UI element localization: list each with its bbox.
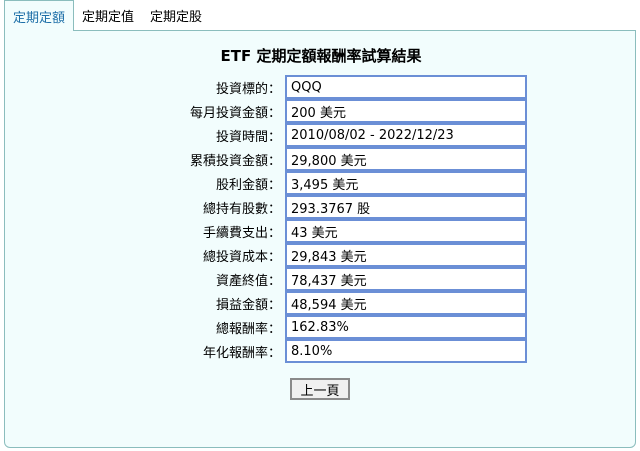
result-value: QQQ: [285, 75, 527, 99]
result-value: 293.3767 股: [285, 195, 527, 219]
result-label: 年化報酬率：: [202, 345, 281, 361]
result-row-final-value: 資產終值： 78,437 美元: [5, 267, 637, 291]
result-value: 200 美元: [285, 99, 527, 123]
result-value: 29,843 美元: [285, 243, 527, 267]
tab-fixed-amount[interactable]: 定期定額: [4, 0, 75, 31]
result-row-fees: 手續費支出： 43 美元: [5, 219, 637, 243]
page-title: ETF 定期定額報酬率試算結果: [220, 47, 422, 65]
result-value: 48,594 美元: [285, 291, 527, 315]
back-button[interactable]: 上一頁: [290, 378, 350, 400]
result-label: 總報酬率：: [215, 321, 281, 337]
result-row-dividends: 股利金額： 3,495 美元: [5, 171, 637, 195]
result-value: 78,437 美元: [285, 267, 527, 291]
result-row-total-shares: 總持有股數： 293.3767 股: [5, 195, 637, 219]
result-value: 162.83%: [285, 315, 527, 339]
result-row-total-invested: 累積投資金額： 29,800 美元: [5, 147, 637, 171]
result-label: 總持有股數：: [202, 201, 281, 217]
result-label: 投資時間：: [215, 129, 281, 145]
result-row-period: 投資時間： 2010/08/02 - 2022/12/23: [5, 123, 637, 147]
result-value: 43 美元: [285, 219, 527, 243]
result-row-target: 投資標的： QQQ: [5, 75, 637, 99]
result-value: 2010/08/02 - 2022/12/23: [285, 123, 527, 147]
result-label: 投資標的：: [215, 81, 281, 97]
result-label: 損益金額：: [215, 297, 281, 313]
result-row-monthly-amount: 每月投資金額： 200 美元: [5, 99, 637, 123]
result-label: 手續費支出：: [202, 225, 281, 241]
tab-fixed-shares[interactable]: 定期定股: [142, 0, 210, 30]
result-label: 股利金額：: [215, 177, 281, 193]
result-row-total-cost: 總投資成本： 29,843 美元: [5, 243, 637, 267]
result-label: 累積投資金額：: [189, 153, 281, 169]
result-row-annualized-return: 年化報酬率： 8.10%: [5, 339, 637, 363]
result-value: 8.10%: [285, 339, 527, 363]
tab-bar: 定期定額 定期定值 定期定股: [0, 0, 640, 31]
result-label: 總投資成本：: [202, 249, 281, 265]
result-value: 3,495 美元: [285, 171, 527, 195]
result-row-total-return: 總報酬率： 162.83%: [5, 315, 637, 339]
result-row-profit-loss: 損益金額： 48,594 美元: [5, 291, 637, 315]
result-panel: ETF 定期定額報酬率試算結果 投資標的： QQQ 每月投資金額： 200 美元…: [4, 30, 636, 448]
result-label: 每月投資金額：: [189, 105, 281, 121]
result-value: 29,800 美元: [285, 147, 527, 171]
tab-fixed-value[interactable]: 定期定值: [74, 0, 142, 30]
result-label: 資產終值：: [215, 273, 281, 289]
